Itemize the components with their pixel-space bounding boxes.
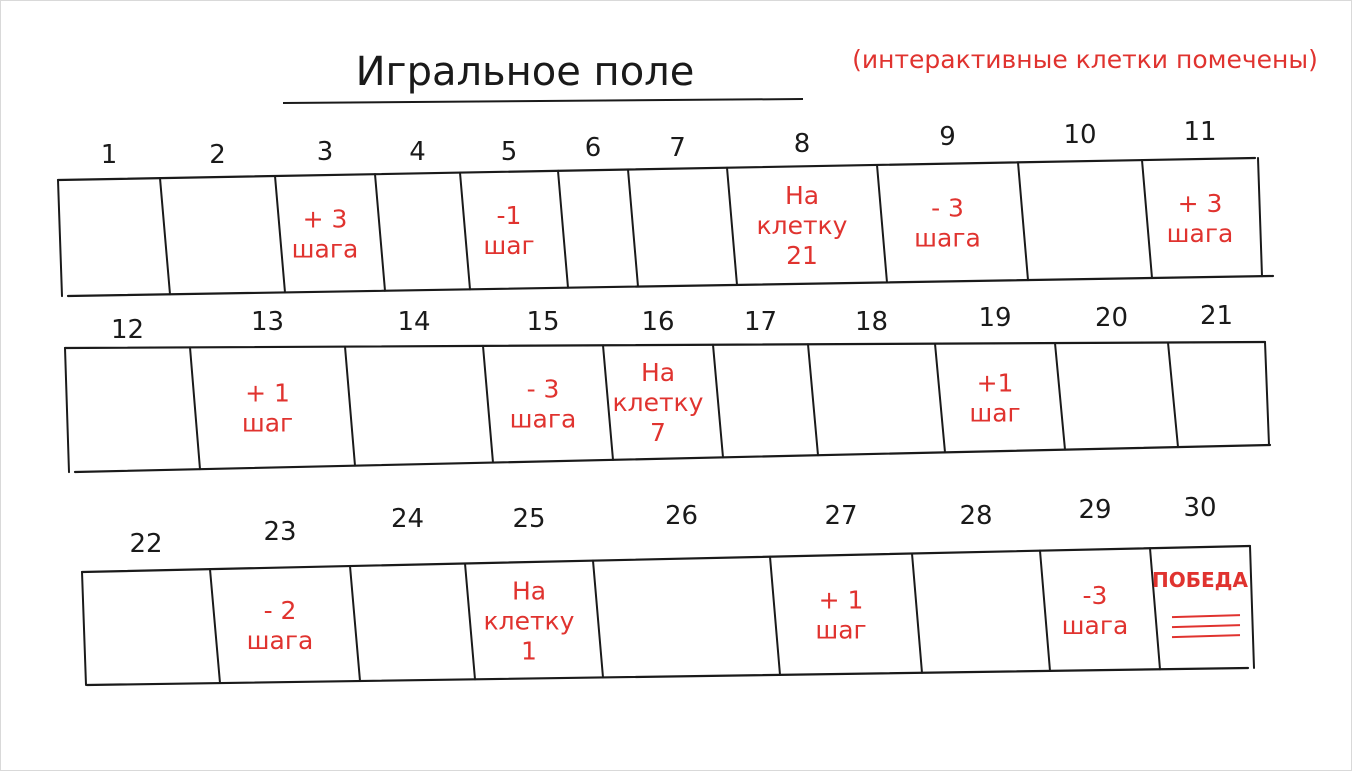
- cell-number: 7: [669, 133, 686, 163]
- cell-number: 5: [501, 137, 518, 167]
- cell-number: 14: [397, 307, 430, 337]
- cell-number: 4: [409, 137, 426, 167]
- cell-action-text: 1: [521, 636, 537, 665]
- cell-action-text: шага: [1167, 219, 1234, 248]
- cell-action-text: -3: [1083, 581, 1108, 610]
- cell-action-text: + 1: [245, 378, 290, 407]
- cell-action-text: шага: [1062, 611, 1129, 640]
- cell-number: 28: [959, 501, 992, 531]
- cell-number: 19: [978, 303, 1011, 333]
- cell-number: 10: [1063, 120, 1096, 150]
- cell-number: 3: [317, 137, 334, 167]
- cell-number: 26: [665, 501, 698, 531]
- cell-number: 23: [263, 517, 296, 547]
- cell-number: 15: [526, 307, 559, 337]
- cell-action-text: шаг: [815, 616, 866, 645]
- cell-number: 6: [585, 133, 602, 163]
- cell-action-text: На: [785, 181, 819, 210]
- cell-action-text: + 3: [1178, 189, 1223, 218]
- cell-number: 9: [939, 122, 956, 152]
- cell-number: 17: [744, 307, 777, 337]
- cell-action-text: -1: [497, 201, 522, 230]
- cell-action-text: На: [641, 358, 675, 387]
- cell-number: 16: [641, 307, 674, 337]
- cell-action-text: клетку: [484, 606, 575, 635]
- cell-number: 2: [209, 140, 226, 170]
- cell-action-text: шага: [914, 224, 981, 253]
- cell-number: 25: [512, 504, 545, 534]
- cell-action-text: На: [512, 576, 546, 605]
- cell-action-text: +1: [977, 368, 1014, 397]
- cell-number: 20: [1095, 303, 1128, 333]
- cell-number: 30: [1183, 493, 1216, 523]
- cell-action-text: 21: [786, 241, 818, 270]
- cell-action-text: - 3: [931, 194, 964, 223]
- cell-number: 18: [855, 307, 888, 337]
- cell-action-text: - 2: [264, 596, 297, 625]
- cell-action-text: шага: [247, 626, 314, 655]
- cell-action-text: + 3: [303, 204, 348, 233]
- cell-action-text: шаг: [242, 408, 293, 437]
- legend-note: (интерактивные клетки помечены): [852, 45, 1318, 74]
- cell-number: 13: [251, 307, 284, 337]
- game-board: Игральное поле (интерактивные клетки пом…: [0, 0, 1352, 771]
- cell-action-text: 7: [650, 418, 666, 447]
- cell-action-text: - 3: [527, 375, 560, 404]
- cell-number: 8: [794, 129, 811, 159]
- board-title: Игральное поле: [356, 49, 695, 95]
- cell-action-text: клетку: [613, 388, 704, 417]
- cell-number: 11: [1183, 117, 1216, 147]
- cell-number: 1: [101, 140, 118, 170]
- cell-number: 27: [824, 501, 857, 531]
- cell-action-text: шага: [292, 234, 359, 263]
- cell-number: 29: [1078, 495, 1111, 525]
- cell-number: 21: [1200, 301, 1233, 331]
- cell-action-text: шага: [510, 405, 577, 434]
- cell-number: 22: [129, 529, 162, 559]
- cell-number: 12: [111, 315, 144, 345]
- cell-action-text: + 1: [819, 586, 864, 615]
- cell-action-text: клетку: [757, 211, 848, 240]
- cell-number: 24: [391, 504, 424, 534]
- board-canvas: Игральное поле (интерактивные клетки пом…: [0, 0, 1352, 771]
- cell-action-text: ПОБЕДА: [1152, 568, 1248, 592]
- cell-action-text: шаг: [969, 398, 1020, 427]
- cell-action-text: шаг: [483, 231, 534, 260]
